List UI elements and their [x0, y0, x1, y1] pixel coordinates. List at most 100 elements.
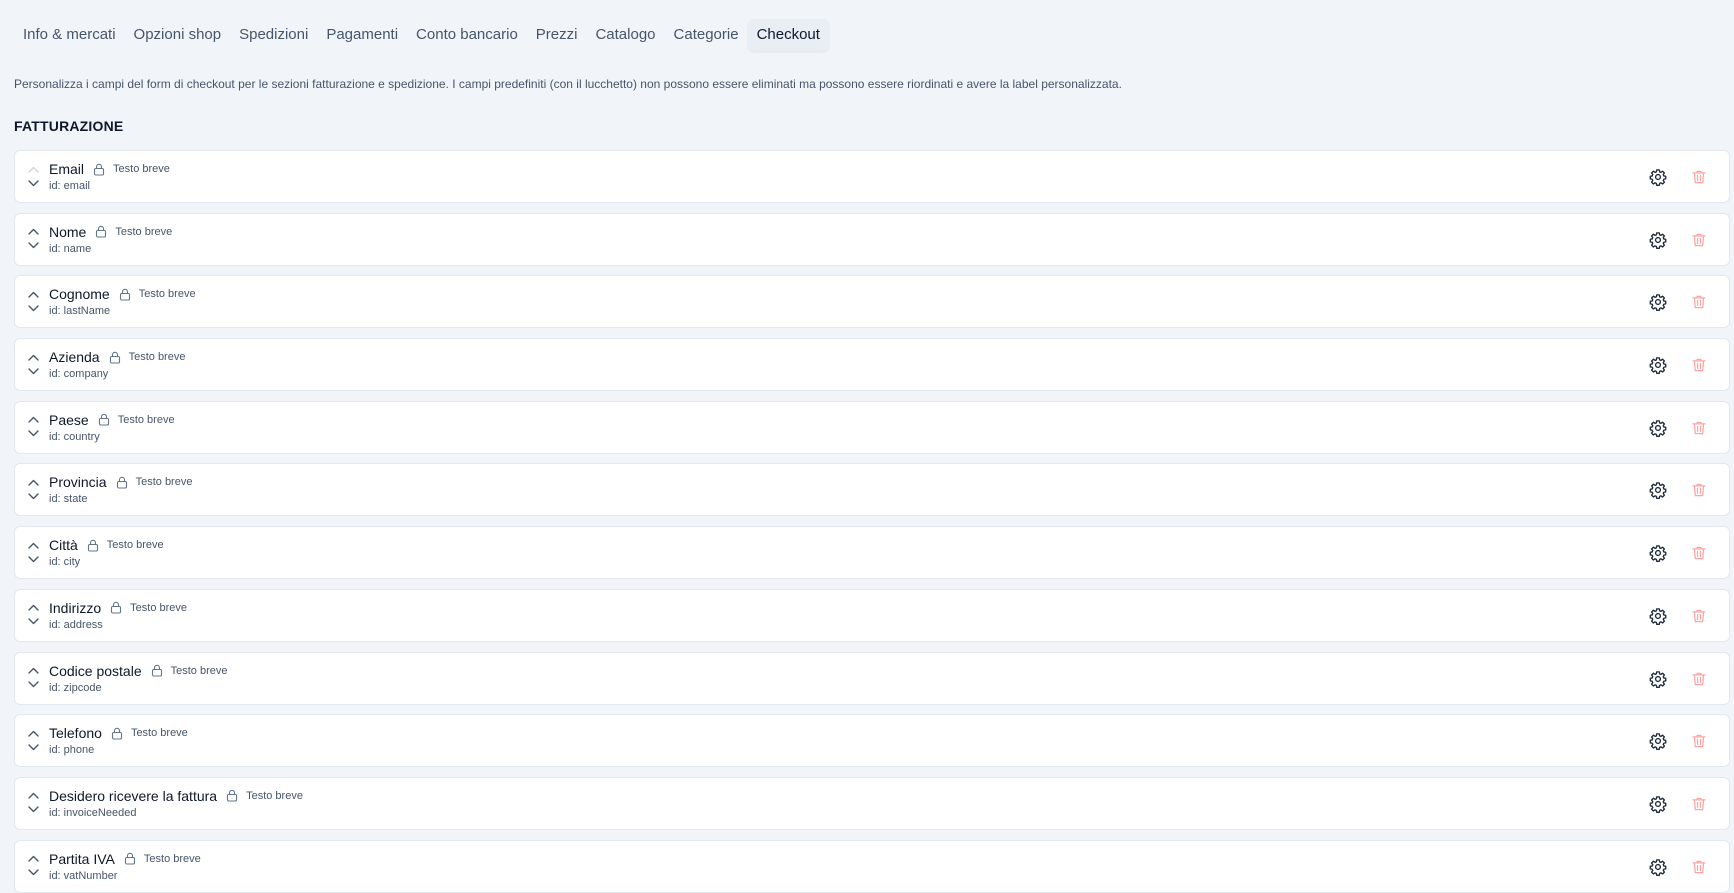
field-label: Indirizzo: [49, 599, 102, 616]
reorder-controls: [26, 602, 40, 630]
field-row-state: Provincia Testo breve id: state: [14, 463, 1730, 517]
field-row-last-name: Cognome Testo breve id: lastName: [14, 275, 1730, 329]
chevron-down-icon[interactable]: [26, 553, 40, 565]
chevron-up-icon[interactable]: [26, 226, 40, 238]
chevron-down-icon[interactable]: [26, 679, 40, 691]
chevron-up-icon[interactable]: [26, 351, 40, 363]
tab-categorie[interactable]: Categorie: [665, 19, 748, 51]
gear-icon[interactable]: [1649, 670, 1667, 688]
field-type: Testo breve: [170, 664, 228, 677]
field-label: Partita IVA: [49, 850, 115, 867]
field-type: Testo breve: [128, 351, 186, 364]
lock-icon: [95, 225, 107, 238]
tab-info-mercati[interactable]: Info & mercati: [14, 19, 125, 51]
trash-icon: [1690, 732, 1708, 750]
reorder-controls: [26, 163, 40, 191]
chevron-up-icon[interactable]: [26, 853, 40, 865]
tab-opzioni-shop[interactable]: Opzioni shop: [125, 19, 231, 51]
trash-icon: [1690, 481, 1708, 499]
chevron-up-icon[interactable]: [26, 288, 40, 300]
trash-icon: [1690, 293, 1708, 311]
chevron-down-icon[interactable]: [26, 177, 40, 189]
chevron-down-icon[interactable]: [26, 867, 40, 879]
gear-icon[interactable]: [1649, 607, 1667, 625]
field-label: Desidero ricevere la fattura: [49, 787, 218, 804]
chevron-down-icon[interactable]: [26, 804, 40, 816]
field-info: Paese Testo breve id: country: [49, 411, 175, 443]
field-header: Indirizzo Testo breve: [49, 599, 187, 617]
field-header: Paese Testo breve: [49, 411, 175, 429]
field-row-country: Paese Testo breve id: country: [14, 400, 1730, 454]
trash-icon: [1690, 356, 1708, 374]
field-label: Provincia: [49, 474, 107, 491]
reorder-controls: [26, 226, 40, 254]
tab-pagamenti[interactable]: Pagamenti: [317, 19, 407, 51]
chevron-up-icon[interactable]: [26, 476, 40, 488]
field-header: Email Testo breve: [49, 160, 170, 178]
chevron-up-icon[interactable]: [26, 414, 40, 426]
chevron-down-icon[interactable]: [26, 365, 40, 377]
reorder-controls: [26, 727, 40, 755]
field-id: id: email: [49, 180, 90, 192]
billing-field-list: Email Testo breve id: email Nome Testo breve…: [14, 150, 1730, 893]
tab-catalogo[interactable]: Catalogo: [586, 19, 664, 51]
lock-icon: [116, 476, 128, 489]
chevron-down-icon[interactable]: [26, 302, 40, 314]
field-id: id: company: [49, 368, 109, 381]
field-header: Telefono Testo breve: [49, 724, 188, 742]
checkout-settings-page: Info & mercati Opzioni shop Spedizioni Paga…: [0, 0, 1734, 893]
field-id: id: state: [49, 493, 88, 506]
reorder-controls: [26, 853, 40, 881]
field-id: id: country: [49, 430, 100, 443]
field-type: Testo breve: [115, 225, 173, 238]
field-id: id: address: [49, 618, 103, 631]
gear-icon[interactable]: [1649, 795, 1667, 813]
gear-icon[interactable]: [1649, 481, 1667, 500]
field-row-city: Città Testo breve id: city: [14, 526, 1730, 580]
tab-spedizioni[interactable]: Spedizioni: [230, 19, 317, 51]
gear-icon[interactable]: [1649, 732, 1667, 751]
lock-icon: [98, 413, 110, 426]
field-info: Telefono Testo breve id: phone: [49, 724, 188, 756]
gear-icon[interactable]: [1649, 168, 1667, 186]
gear-icon[interactable]: [1649, 544, 1667, 563]
gear-icon[interactable]: [1649, 858, 1667, 876]
field-label: Nome: [49, 223, 87, 240]
chevron-up-icon[interactable]: [26, 790, 40, 802]
chevron-up-icon[interactable]: [26, 727, 40, 739]
lock-icon: [226, 789, 238, 802]
field-info: Partita IVA Testo breve id: vatNumber: [49, 850, 201, 882]
field-header: Azienda Testo breve: [49, 348, 185, 366]
reorder-controls: [26, 476, 40, 504]
gear-icon[interactable]: [1649, 293, 1667, 312]
field-info: Cognome Testo breve id: lastName: [49, 285, 196, 317]
tab-checkout[interactable]: Checkout: [747, 19, 829, 51]
field-type: Testo breve: [130, 727, 188, 740]
lock-icon: [111, 727, 123, 740]
field-type: Testo breve: [143, 852, 201, 865]
chevron-down-icon[interactable]: [26, 240, 40, 252]
field-label: Email: [49, 161, 85, 177]
chevron-down-icon[interactable]: [26, 616, 40, 628]
field-row-name: Nome Testo breve id: name: [14, 212, 1730, 266]
tab-conto-bancario[interactable]: Conto bancario: [407, 19, 527, 51]
chevron-down-icon[interactable]: [26, 490, 40, 502]
tab-prezzi[interactable]: Prezzi: [527, 19, 587, 51]
field-label: Telefono: [49, 725, 102, 742]
trash-icon: [1690, 544, 1708, 562]
chevron-down-icon[interactable]: [26, 428, 40, 440]
trash-icon: [1690, 419, 1708, 437]
field-type: Testo breve: [135, 476, 193, 489]
chevron-up-icon[interactable]: [26, 602, 40, 614]
chevron-up-icon[interactable]: [26, 539, 40, 551]
gear-icon[interactable]: [1649, 231, 1667, 249]
chevron-up-icon[interactable]: [26, 665, 40, 677]
chevron-down-icon[interactable]: [26, 741, 40, 753]
field-header: Codice postale Testo breve: [49, 662, 228, 680]
field-label: Cognome: [49, 286, 110, 303]
checkout-description: Personalizza i campi del form di checkou…: [14, 77, 1122, 91]
field-id: id: lastName: [49, 305, 111, 318]
gear-icon[interactable]: [1649, 419, 1667, 437]
gear-icon[interactable]: [1649, 356, 1667, 375]
reorder-controls: [26, 539, 40, 567]
